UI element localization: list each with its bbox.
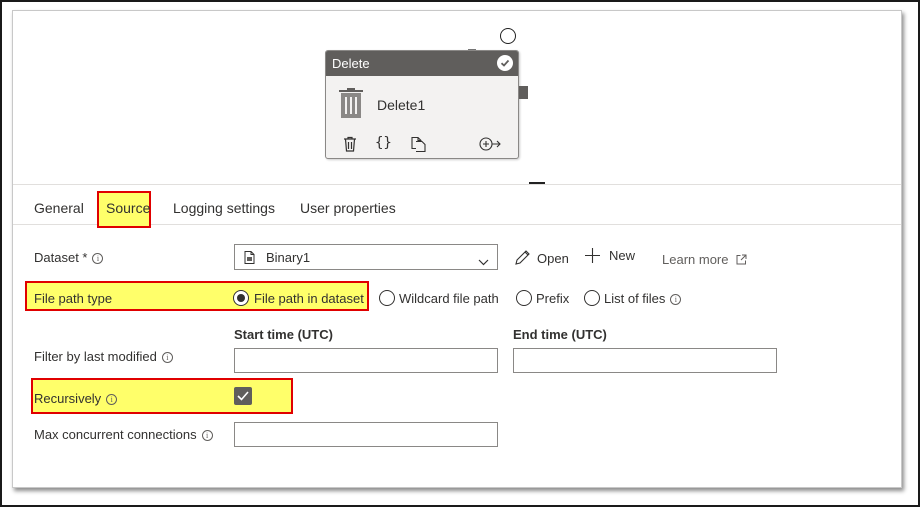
node-header: Delete [326, 51, 518, 76]
info-icon[interactable]: i [92, 253, 104, 264]
properties-tab-bar: General Source Logging settings User pro… [13, 185, 901, 228]
start-time-label: Start time (UTC) [234, 327, 333, 342]
open-label: Open [537, 251, 569, 266]
node-handle-circle[interactable] [500, 28, 516, 44]
external-link-icon [736, 253, 747, 268]
new-label: New [609, 248, 636, 263]
recursively-checkbox[interactable] [234, 387, 252, 405]
end-time-input[interactable] [513, 348, 777, 373]
check-circle-icon [497, 55, 513, 71]
copy-icon[interactable] [410, 136, 426, 155]
open-dataset-button[interactable]: Open [514, 249, 569, 269]
radio-file-path-in-dataset[interactable] [233, 290, 249, 306]
binary-file-icon [244, 251, 255, 269]
node-action-bar: {} [326, 132, 518, 160]
list-of-files-text: List of files [604, 291, 666, 306]
radio-wildcard-file-path[interactable] [379, 290, 395, 306]
filter-last-modified-label: Filter by last modified i [34, 349, 173, 364]
dataset-value: Binary1 [266, 250, 311, 265]
new-dataset-button[interactable]: New [585, 248, 635, 266]
pipeline-canvas[interactable]: Delete Delete1 {} [13, 11, 901, 184]
delete-icon[interactable] [343, 136, 357, 155]
recursively-label-text: Recursively [34, 391, 102, 406]
learn-more-link[interactable]: Learn more [662, 252, 747, 268]
max-connections-input[interactable] [234, 422, 498, 447]
tab-general[interactable]: General [34, 200, 84, 216]
info-icon[interactable]: i [161, 352, 173, 363]
code-icon[interactable]: {} [375, 135, 392, 151]
file-path-type-label: File path type [34, 291, 113, 306]
pipeline-editor-panel: Delete Delete1 {} General Source Logging… [12, 10, 902, 488]
dataset-label: Dataset * i [34, 250, 104, 265]
chevron-down-icon [478, 253, 489, 271]
plus-icon [585, 248, 600, 266]
radio-list-of-files[interactable] [584, 290, 600, 306]
radio-file-path-in-dataset-label[interactable]: File path in dataset [254, 291, 364, 306]
output-connection-icon[interactable] [479, 136, 501, 155]
info-icon[interactable]: i [201, 430, 213, 441]
node-title: Delete [332, 56, 370, 71]
dataset-label-text: Dataset * [34, 250, 88, 265]
info-icon[interactable]: i [106, 394, 118, 405]
learn-more-label: Learn more [662, 252, 729, 267]
radio-list-of-files-label[interactable]: List of files i [604, 291, 682, 306]
info-icon[interactable]: i [670, 294, 682, 305]
recursively-label: Recursively i [34, 391, 118, 406]
end-time-label: End time (UTC) [513, 327, 607, 342]
node-body: Delete1 [326, 76, 518, 132]
pencil-icon [514, 249, 531, 269]
tab-source[interactable]: Source [106, 200, 150, 216]
tab-user-properties[interactable]: User properties [300, 200, 396, 216]
tab-logging-settings[interactable]: Logging settings [173, 200, 275, 216]
dataset-dropdown[interactable]: Binary1 [234, 244, 498, 270]
radio-prefix-label[interactable]: Prefix [536, 291, 569, 306]
filter-label-text: Filter by last modified [34, 349, 157, 364]
max-connections-label: Max concurrent connections i [34, 427, 213, 442]
delete-activity-node[interactable]: Delete Delete1 {} [325, 50, 519, 159]
node-output-port[interactable] [519, 86, 528, 99]
node-name: Delete1 [377, 97, 426, 113]
start-time-input[interactable] [234, 348, 498, 373]
max-connections-label-text: Max concurrent connections [34, 427, 197, 442]
radio-wildcard-file-path-label[interactable]: Wildcard file path [399, 291, 499, 306]
radio-prefix[interactable] [516, 290, 532, 306]
trash-icon [339, 88, 363, 123]
